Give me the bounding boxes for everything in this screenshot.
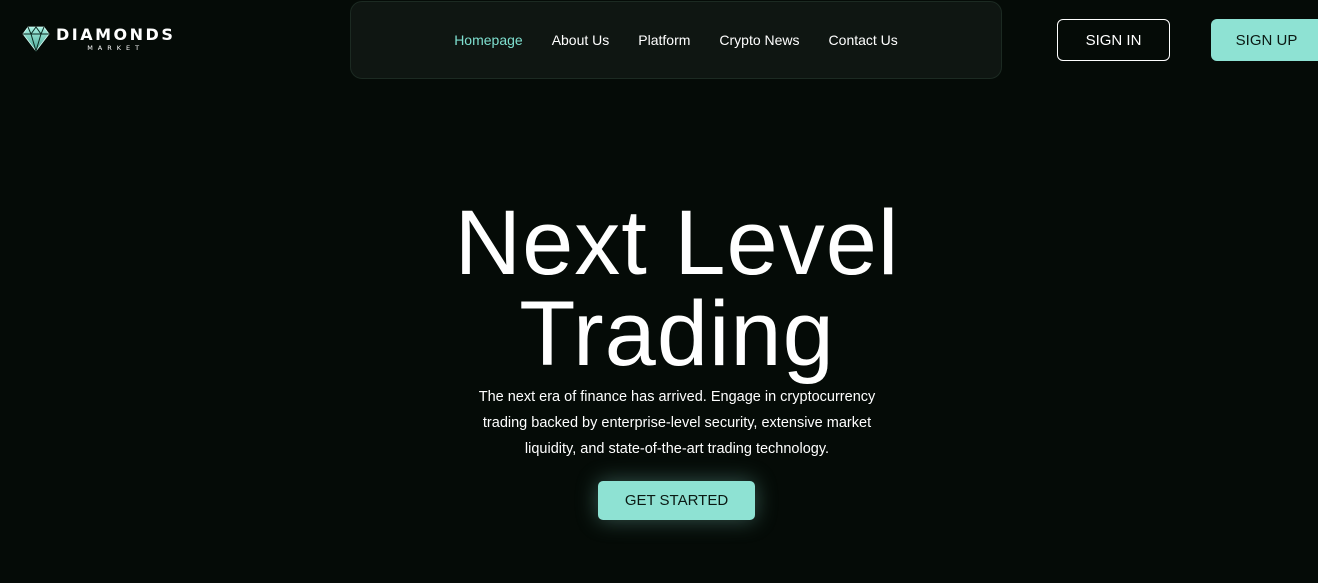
- nav-item-contact-us[interactable]: Contact Us: [829, 32, 898, 48]
- brand-name: DIAMONDS: [56, 24, 176, 44]
- brand-sub: MARKET: [87, 43, 145, 52]
- diamond-icon: [22, 26, 50, 52]
- brand-logo[interactable]: DIAMONDS MARKET: [22, 26, 175, 52]
- hero-title-line1: Next Level: [454, 192, 900, 294]
- nav-item-about-us[interactable]: About Us: [552, 32, 610, 48]
- main-nav: Homepage About Us Platform Crypto News C…: [350, 1, 1002, 79]
- hero-description: The next era of finance has arrived. Eng…: [478, 389, 876, 457]
- page: DIAMONDS MARKET Homepage About Us Platfo…: [0, 0, 1318, 583]
- sign-up-button[interactable]: SIGN UP: [1211, 19, 1318, 61]
- get-started-button[interactable]: GET STARTED: [598, 481, 755, 520]
- nav-item-platform[interactable]: Platform: [638, 32, 690, 48]
- hero-title: Next Level Trading: [377, 197, 977, 380]
- nav-item-crypto-news[interactable]: Crypto News: [719, 32, 799, 48]
- sign-in-button[interactable]: SIGN IN: [1057, 19, 1170, 61]
- nav-item-homepage[interactable]: Homepage: [454, 32, 523, 48]
- hero-title-line2: Trading: [519, 283, 835, 385]
